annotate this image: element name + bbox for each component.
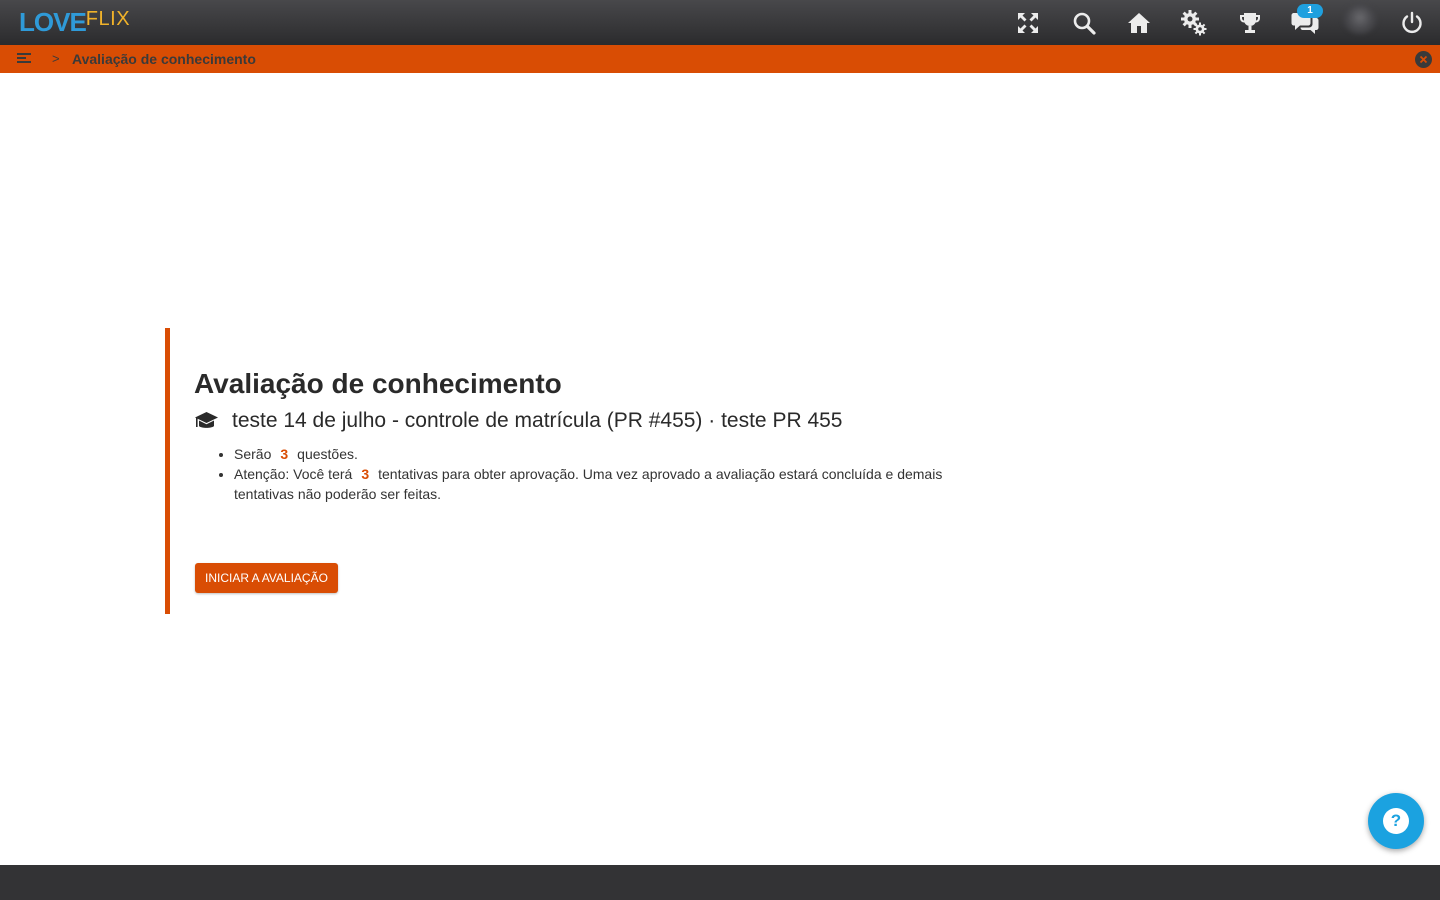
avatar[interactable] [1343, 4, 1377, 34]
power-icon[interactable] [1395, 6, 1429, 40]
breadcrumb-separator: > [52, 51, 60, 66]
top-navbar: LOVEFLIX 1 [0, 0, 1440, 45]
home-icon[interactable] [1122, 6, 1156, 40]
attempts-count: 3 [361, 466, 370, 482]
search-icon[interactable] [1067, 6, 1101, 40]
attempts-info: Atenção: Você terá3tentativas para obter… [234, 464, 970, 504]
menu-icon[interactable] [17, 53, 31, 65]
footer [0, 865, 1440, 900]
chat-icon[interactable]: 1 [1288, 4, 1323, 40]
assessment-card: Avaliação de conhecimento teste 14 de ju… [165, 328, 965, 614]
breadcrumb-current: Avaliação de conhecimento [72, 51, 256, 67]
graduation-cap-icon [195, 412, 218, 428]
settings-icon[interactable] [1177, 6, 1211, 40]
close-icon[interactable] [1415, 51, 1432, 68]
help-button[interactable]: ? [1368, 793, 1424, 849]
course-name: teste 14 de julho - controle de matrícul… [232, 409, 843, 432]
loveflix-logo[interactable]: LOVEFLIX [19, 6, 130, 41]
trophy-icon[interactable] [1233, 6, 1267, 40]
breadcrumb: > Avaliação de conhecimento [0, 45, 1440, 73]
chat-badge: 1 [1297, 4, 1323, 18]
assessment-info-list: Serão3questões. Atenção: Você terá3tenta… [210, 444, 970, 504]
page-title: Avaliação de conhecimento [194, 368, 562, 399]
course-line: teste 14 de julho - controle de matrícul… [194, 409, 843, 433]
questions-count: 3 [280, 446, 289, 462]
help-icon: ? [1383, 808, 1409, 834]
questions-info: Serão3questões. [234, 444, 970, 464]
start-assessment-button[interactable]: INICIAR A AVALIAÇÃO [195, 563, 338, 593]
fullscreen-icon[interactable] [1011, 6, 1045, 40]
